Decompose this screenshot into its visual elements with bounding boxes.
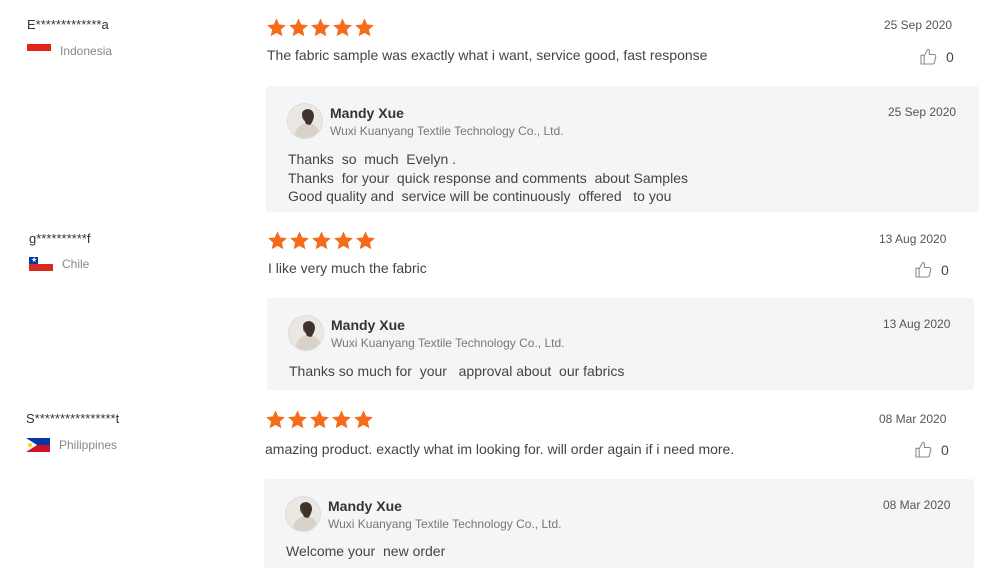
star-icon bbox=[267, 18, 286, 37]
star-icon bbox=[290, 231, 309, 250]
reply-author-name: Mandy Xue bbox=[330, 105, 404, 121]
star-icon bbox=[289, 18, 308, 37]
reply-author-name: Mandy Xue bbox=[331, 317, 405, 333]
like-button[interactable]: 0 bbox=[919, 47, 954, 66]
reviewer-country: Indonesia bbox=[27, 44, 112, 58]
star-icon bbox=[354, 410, 373, 429]
like-button[interactable]: 0 bbox=[914, 260, 949, 279]
reply-line: Thanks so much Evelyn . bbox=[288, 151, 457, 167]
thumbs-up-icon bbox=[915, 261, 932, 278]
reply-text: Welcome your new order bbox=[286, 542, 445, 561]
indonesia-flag-icon bbox=[27, 44, 51, 58]
review-text: The fabric sample was exactly what i wan… bbox=[267, 47, 708, 63]
like-button[interactable]: 0 bbox=[914, 440, 949, 459]
review-item: E*************a Indonesia 25 Sep 2020 Th… bbox=[0, 0, 1000, 212]
review-text: amazing product. exactly what im looking… bbox=[265, 441, 735, 457]
reply-company: Wuxi Kuanyang Textile Technology Co., Lt… bbox=[328, 517, 562, 531]
avatar bbox=[288, 315, 324, 351]
thumbs-up-icon bbox=[915, 441, 932, 458]
star-icon bbox=[310, 410, 329, 429]
star-icon bbox=[333, 18, 352, 37]
star-icon bbox=[312, 231, 331, 250]
review-date: 25 Sep 2020 bbox=[884, 18, 953, 32]
reviewer-country: ★ Chile bbox=[29, 257, 89, 271]
star-icon bbox=[334, 231, 353, 250]
reply-text: Thanks so much for your approval about o… bbox=[289, 362, 624, 381]
star-icon bbox=[355, 18, 374, 37]
reply-company: Wuxi Kuanyang Textile Technology Co., Lt… bbox=[330, 124, 564, 138]
reviewer-country: Philippines bbox=[26, 438, 117, 452]
star-rating bbox=[267, 230, 376, 251]
star-rating bbox=[266, 17, 375, 38]
seller-reply: Mandy Xue Wuxi Kuanyang Textile Technolo… bbox=[264, 479, 974, 568]
philippines-flag-icon bbox=[26, 438, 50, 452]
reply-date: 08 Mar 2020 bbox=[883, 498, 951, 512]
star-icon bbox=[356, 231, 375, 250]
seller-reply: Mandy Xue Wuxi Kuanyang Textile Technolo… bbox=[267, 298, 974, 390]
like-count: 0 bbox=[941, 261, 949, 278]
country-label: Chile bbox=[62, 257, 90, 271]
reply-date: 25 Sep 2020 bbox=[888, 105, 957, 119]
star-icon bbox=[268, 231, 287, 250]
review-item: g**********f ★ Chile 13 Aug 2020 I like … bbox=[0, 212, 1000, 392]
like-count: 0 bbox=[946, 48, 954, 65]
reply-company: Wuxi Kuanyang Textile Technology Co., Lt… bbox=[331, 336, 565, 350]
reply-line: Good quality and service will be continu… bbox=[288, 188, 672, 205]
reply-text: Thanks so much Evelyn . Thanks for your … bbox=[288, 150, 688, 206]
star-icon bbox=[332, 410, 351, 429]
reply-line: Thanks for your quick response and comme… bbox=[288, 169, 688, 186]
reply-date: 13 Aug 2020 bbox=[883, 317, 951, 331]
review-text: I like very much the fabric bbox=[268, 260, 427, 276]
avatar bbox=[287, 103, 323, 139]
country-label: Philippines bbox=[59, 438, 118, 452]
reviewer-name: S****************t bbox=[26, 411, 120, 426]
star-icon bbox=[266, 410, 285, 429]
review-item: S****************t Philippines 08 Mar 20… bbox=[0, 392, 1000, 568]
star-rating bbox=[265, 409, 374, 430]
chile-flag-icon: ★ bbox=[29, 257, 53, 271]
reviewer-name: g**********f bbox=[29, 231, 91, 246]
thumbs-up-icon bbox=[920, 48, 937, 65]
avatar bbox=[285, 496, 321, 532]
reply-line: Welcome your new order bbox=[286, 543, 446, 559]
reply-line: Thanks so much for your approval about o… bbox=[289, 363, 625, 379]
country-label: Indonesia bbox=[60, 44, 113, 58]
review-date: 08 Mar 2020 bbox=[879, 412, 947, 426]
review-date: 13 Aug 2020 bbox=[879, 232, 947, 246]
star-icon bbox=[311, 18, 330, 37]
reply-author-name: Mandy Xue bbox=[328, 498, 402, 514]
like-count: 0 bbox=[941, 441, 949, 458]
star-icon bbox=[288, 410, 307, 429]
reviewer-name: E*************a bbox=[27, 17, 109, 32]
seller-reply: Mandy Xue Wuxi Kuanyang Textile Technolo… bbox=[266, 86, 979, 212]
